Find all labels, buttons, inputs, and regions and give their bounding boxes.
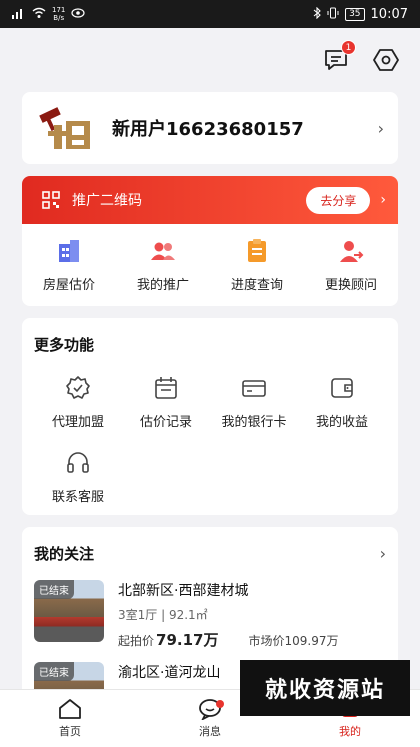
wifi-icon <box>32 7 46 22</box>
tab-label: 我的 <box>339 725 361 738</box>
func-label: 联系客服 <box>51 490 104 505</box>
func-label: 我的收益 <box>315 415 368 430</box>
promo-card: 推广二维码 去分享 › 房屋估价 我的推广 进度查询 更换顾问 <box>22 176 398 306</box>
home-icon <box>59 699 81 719</box>
user-swap-icon <box>340 240 364 262</box>
quick-label: 房屋估价 <box>42 277 95 293</box>
function-grid: 代理加盟 估价记录 我的银行卡 我的收益 联系客服 <box>34 375 386 505</box>
chevron-right-icon: › <box>380 192 386 208</box>
user-card[interactable]: 新用户16623680157 › <box>22 92 398 164</box>
bluetooth-icon <box>313 6 321 22</box>
watermark: 就收资源站 <box>240 660 410 716</box>
func-customer-service[interactable]: 联系客服 <box>34 450 122 505</box>
chevron-right-icon[interactable]: › <box>380 544 386 563</box>
signal-icon <box>12 7 26 22</box>
func-valuation-records[interactable]: 估价记录 <box>122 375 210 430</box>
start-price: 79.17万 <box>156 631 219 649</box>
list-item[interactable]: 已结束 北部新区·西部建材城 3室1厅 | 92.1㎡ 起拍价 79.17万 市… <box>34 580 386 656</box>
share-button[interactable]: 去分享 <box>306 186 371 214</box>
qr-code-icon <box>42 191 60 209</box>
tab-home[interactable]: 首页 <box>0 690 140 747</box>
listing-title: 北部新区·西部建材城 <box>118 583 249 599</box>
func-agent-join[interactable]: 代理加盟 <box>34 375 122 430</box>
quick-label: 更换顾问 <box>324 277 377 293</box>
quick-item-house-valuation[interactable]: 房屋估价 <box>22 238 116 293</box>
settings-hex-icon <box>373 49 399 71</box>
status-bar: 171 B/s 35 10:07 <box>0 0 420 28</box>
chevron-right-icon: › <box>377 118 384 138</box>
message-button[interactable]: 1 <box>322 40 356 74</box>
battery-indicator: 35 <box>345 7 365 21</box>
settings-button[interactable] <box>372 46 400 74</box>
quick-item-progress-query[interactable]: 进度查询 <box>210 238 304 293</box>
func-bank-cards[interactable]: 我的银行卡 <box>210 375 298 430</box>
user-name: 新用户16623680157 <box>112 119 304 140</box>
func-label: 估价记录 <box>139 415 192 430</box>
listing-thumbnail: 已结束 <box>34 580 104 642</box>
auction-logo <box>39 107 90 149</box>
quick-item-change-advisor[interactable]: 更换顾问 <box>304 238 398 293</box>
card-icon <box>242 380 266 397</box>
more-functions-card: 更多功能 代理加盟 估价记录 我的银行卡 我的收益 联系客服 <box>22 318 398 515</box>
status-badge: 已结束 <box>34 580 74 599</box>
promo-label: 推广二维码 <box>72 193 142 209</box>
quick-actions: 房屋估价 我的推广 进度查询 更换顾问 <box>22 224 398 306</box>
func-label: 代理加盟 <box>51 415 104 430</box>
clock: 10:07 <box>370 6 408 22</box>
quick-label: 我的推广 <box>136 277 189 293</box>
tab-label: 首页 <box>59 725 81 738</box>
tab-label: 消息 <box>199 725 221 738</box>
func-label: 我的银行卡 <box>221 415 287 430</box>
vibrate-icon <box>327 7 339 22</box>
calendar-icon <box>155 377 177 399</box>
start-price-label: 起拍价 <box>118 634 155 648</box>
section-title: 我的关注 <box>34 545 95 563</box>
wallet-icon <box>331 378 353 398</box>
promo-bar[interactable]: 推广二维码 去分享 › <box>22 176 398 224</box>
clipboard-icon <box>248 238 266 262</box>
headset-icon <box>67 452 89 473</box>
message-badge: 1 <box>341 40 356 55</box>
func-my-earnings[interactable]: 我的收益 <box>298 375 386 430</box>
badge-check-icon <box>66 376 90 399</box>
top-actions: 1 <box>0 28 420 92</box>
quick-item-my-promotion[interactable]: 我的推广 <box>116 238 210 293</box>
network-speed: 171 B/s <box>52 6 66 22</box>
market-price: 市场价109.97万 <box>248 634 339 648</box>
eye-icon <box>71 7 85 21</box>
building-icon <box>59 239 79 262</box>
listing-spec: 3室1厅 | 92.1㎡ <box>118 608 208 622</box>
unread-dot <box>216 700 224 708</box>
quick-label: 进度查询 <box>230 277 283 293</box>
users-icon <box>151 242 175 260</box>
section-title: 更多功能 <box>34 336 95 354</box>
status-badge: 已结束 <box>34 662 74 681</box>
